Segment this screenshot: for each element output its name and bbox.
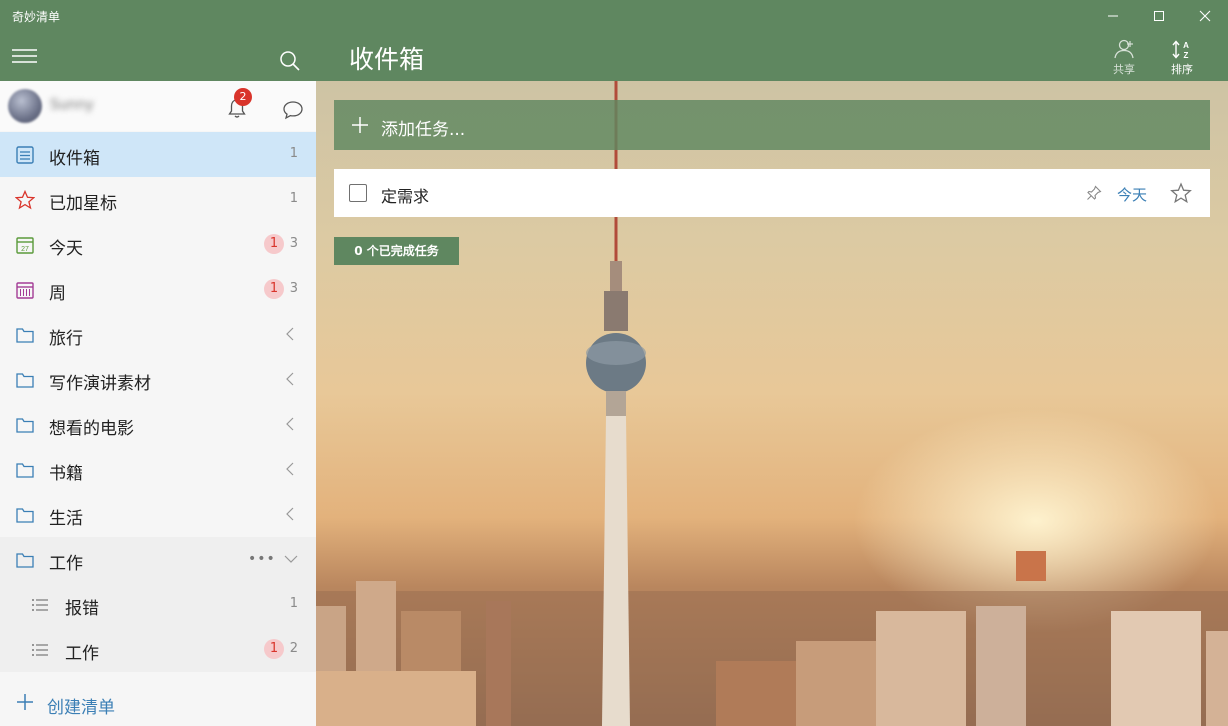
folder-icon xyxy=(16,418,34,433)
avatar[interactable] xyxy=(8,89,42,123)
chevron-left-icon[interactable] xyxy=(284,507,298,521)
sidebar-item-label: 生活 xyxy=(49,509,83,529)
sort-az-icon: A Z xyxy=(1172,40,1189,59)
list-icon xyxy=(32,644,48,656)
folder-icon xyxy=(16,373,34,388)
item-count: 3 xyxy=(289,281,298,296)
user-name[interactable]: Sunny xyxy=(50,97,94,113)
item-count: 3 xyxy=(289,236,298,251)
overdue-badge: 1 xyxy=(264,639,284,659)
chevron-left-icon[interactable] xyxy=(284,372,298,386)
chevron-left-icon[interactable] xyxy=(284,417,298,431)
sidebar-item-label: 今天 xyxy=(49,239,83,259)
list-icon xyxy=(32,599,48,611)
plus-icon xyxy=(17,694,33,710)
task-checkbox[interactable] xyxy=(349,184,367,202)
overdue-badge: 1 xyxy=(264,279,284,299)
sidebar-item-label: 收件箱 xyxy=(49,149,100,169)
overdue-badge: 1 xyxy=(264,234,284,254)
sort-label: 排序 xyxy=(1171,63,1193,76)
chevron-left-icon[interactable] xyxy=(284,462,298,476)
inbox-icon xyxy=(16,146,34,164)
task-row[interactable]: 定需求 今天 xyxy=(334,169,1210,217)
chat-bubble-icon xyxy=(283,101,303,120)
create-list-label: 创建清单 xyxy=(47,698,115,718)
svg-text:Z: Z xyxy=(1184,51,1189,59)
sidebar-item-week[interactable]: 周 1 3 xyxy=(0,267,316,312)
folder-icon xyxy=(16,508,34,523)
menu-button[interactable] xyxy=(12,47,38,65)
item-count: 1 xyxy=(289,191,298,206)
sidebar-item-label: 已加星标 xyxy=(49,194,117,214)
sidebar-item-writing[interactable]: 写作演讲素材 xyxy=(0,357,316,402)
maximize-icon xyxy=(1154,10,1164,21)
sidebar-item-label: 旅行 xyxy=(49,329,83,349)
search-button[interactable] xyxy=(278,49,302,73)
close-button[interactable] xyxy=(1182,0,1228,31)
add-task-input[interactable]: 添加任务... xyxy=(334,100,1210,150)
task-due-date: 今天 xyxy=(1117,186,1148,204)
calendar-day-number: 27 xyxy=(21,246,29,253)
star-icon[interactable] xyxy=(1170,182,1192,204)
add-task-placeholder: 添加任务... xyxy=(381,120,466,140)
item-count: 2 xyxy=(289,641,298,656)
show-completed-button[interactable]: 0 个已完成任务 xyxy=(334,237,459,265)
city-skyline-background xyxy=(316,551,1228,726)
chevron-left-icon[interactable] xyxy=(284,327,298,341)
item-count: 1 xyxy=(289,146,298,161)
sidebar-item-label: 工作 xyxy=(65,644,99,664)
task-title[interactable]: 定需求 xyxy=(381,183,429,207)
sidebar: Sunny 2 收件箱 1 已加星标 1 27 今天 1 3 周 1 3 旅行 … xyxy=(0,31,316,726)
svg-text:A: A xyxy=(1183,41,1189,50)
sidebar-item-bugs[interactable]: 报错 1 xyxy=(0,582,316,627)
star-icon xyxy=(15,190,35,210)
sidebar-item-work-list[interactable]: 工作 1 2 xyxy=(0,627,316,672)
user-row: Sunny 2 xyxy=(0,81,316,131)
sidebar-item-today[interactable]: 27 今天 1 3 xyxy=(0,222,316,267)
minimize-button[interactable] xyxy=(1090,0,1136,31)
sidebar-item-label: 想看的电影 xyxy=(49,419,134,439)
create-list-button[interactable]: 创建清单 xyxy=(0,681,316,726)
folder-icon xyxy=(16,553,34,568)
close-icon xyxy=(1199,10,1211,21)
chevron-down-icon[interactable] xyxy=(284,552,298,566)
plus-icon xyxy=(352,117,368,133)
sidebar-item-work-folder[interactable]: 工作 ••• xyxy=(0,537,316,582)
minimize-icon xyxy=(1108,15,1118,16)
folder-icon xyxy=(16,463,34,478)
sidebar-item-label: 周 xyxy=(49,284,66,304)
hamburger-icon xyxy=(12,49,37,63)
sidebar-item-movies[interactable]: 想看的电影 xyxy=(0,402,316,447)
sidebar-item-starred[interactable]: 已加星标 1 xyxy=(0,177,316,222)
item-count: 1 xyxy=(289,596,298,611)
list-header: 收件箱 共享 A Z 排序 xyxy=(316,31,1228,81)
notification-badge: 2 xyxy=(234,88,252,106)
calendar-week-icon xyxy=(16,282,34,299)
sidebar-item-label: 写作演讲素材 xyxy=(49,374,151,394)
sidebar-item-books[interactable]: 书籍 xyxy=(0,447,316,492)
main-content: 收件箱 共享 A Z 排序 添加任务... 定需求 今天 0 个已完成任务 xyxy=(316,31,1228,726)
title-bar: 奇妙清单 xyxy=(0,0,1228,31)
folder-more-button[interactable]: ••• xyxy=(248,551,276,567)
conversations-button[interactable] xyxy=(282,99,304,121)
sidebar-item-label: 报错 xyxy=(65,599,99,619)
sidebar-item-label: 书籍 xyxy=(49,464,83,484)
share-person-icon xyxy=(1114,39,1134,59)
share-label: 共享 xyxy=(1113,63,1135,76)
calendar-today-icon: 27 xyxy=(16,237,34,254)
folder-icon xyxy=(16,328,34,343)
app-title: 奇妙清单 xyxy=(12,10,61,24)
sidebar-item-life[interactable]: 生活 xyxy=(0,492,316,537)
sidebar-item-inbox[interactable]: 收件箱 1 xyxy=(0,132,316,177)
sidebar-item-label: 工作 xyxy=(49,554,83,574)
sidebar-header xyxy=(0,31,316,81)
pin-icon[interactable] xyxy=(1086,185,1102,201)
page-title: 收件箱 xyxy=(349,45,425,74)
maximize-button[interactable] xyxy=(1136,0,1182,31)
sidebar-item-travel[interactable]: 旅行 xyxy=(0,312,316,357)
sort-button[interactable]: A Z 排序 xyxy=(1159,37,1205,79)
search-icon xyxy=(280,51,300,71)
share-button[interactable]: 共享 xyxy=(1101,37,1147,79)
